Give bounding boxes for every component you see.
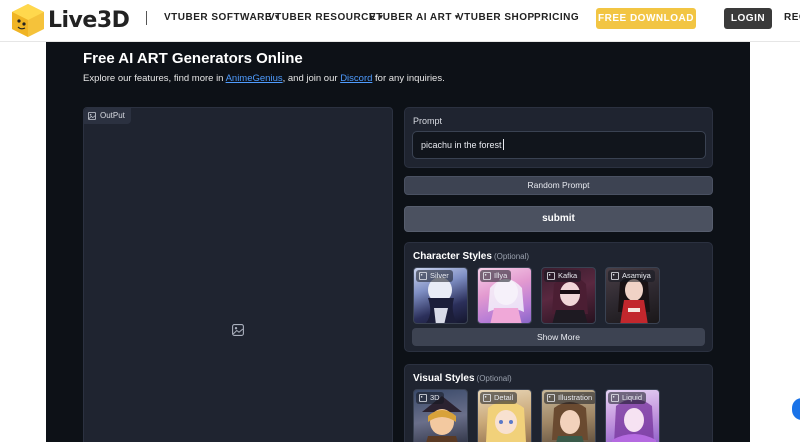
- chat-bubble-icon[interactable]: [792, 398, 800, 420]
- style-tag: Liquid: [608, 392, 647, 404]
- nav-item-pricing[interactable]: PRICING: [534, 12, 579, 23]
- prompt-label: Prompt: [413, 116, 443, 126]
- visual-styles-panel: Visual Styles (Optional) 3D Detail Illus…: [404, 364, 713, 442]
- logo-text: Live3D: [48, 7, 130, 33]
- nav-item-label: PRICING: [534, 12, 580, 23]
- prompt-input[interactable]: picachu in the forest: [412, 131, 706, 159]
- style-name: Silver: [430, 271, 449, 280]
- logo[interactable]: Live3D: [10, 2, 130, 38]
- style-tag: Illya: [480, 270, 512, 282]
- style-card-silver[interactable]: Silver: [413, 267, 468, 324]
- ai-art-generator-app: Free AI ART Generators Online Explore ou…: [46, 42, 750, 442]
- style-tag: 3D: [416, 392, 444, 404]
- nav-item-label: VTUBER RESOURCE: [268, 12, 377, 23]
- logo-cube-icon: [12, 4, 44, 37]
- free-download-button[interactable]: FREE DOWNLOAD: [596, 8, 696, 29]
- image-icon: [483, 394, 491, 402]
- page-subtitle: Explore our features, find more in Anime…: [83, 73, 445, 84]
- character-styles-panel: Character Styles(Optional) Silver Illya: [404, 242, 713, 352]
- image-icon: [88, 112, 96, 120]
- image-icon: [483, 272, 491, 280]
- nav-item-vtuber-ai-art[interactable]: VTUBER AI ART ▾: [369, 12, 459, 23]
- prompt-input-value: picachu in the forest: [421, 140, 502, 150]
- nav-item-label: VTUBER SHOP: [457, 12, 535, 23]
- style-card-liquid[interactable]: Liquid: [605, 389, 660, 442]
- image-icon: [611, 394, 619, 402]
- output-label-tag: OutPut: [84, 108, 131, 124]
- style-tag: Asamiya: [608, 270, 655, 282]
- page-title: Free AI ART Generators Online: [83, 50, 303, 67]
- top-nav: Live3D VTUBER SOFTWARE ▾ VTUBER RESOURCE ▾…: [0, 0, 800, 42]
- style-card-detail[interactable]: Detail: [477, 389, 532, 442]
- style-name: Liquid: [622, 393, 643, 402]
- output-panel: OutPut: [83, 107, 393, 442]
- image-icon: [419, 272, 427, 280]
- submit-button[interactable]: submit: [404, 206, 713, 232]
- nav-item-label: VTUBER SOFTWARE: [164, 12, 273, 23]
- style-name: Illya: [494, 271, 508, 280]
- style-name: Asamiya: [622, 271, 651, 280]
- output-label: OutPut: [100, 111, 125, 120]
- subtitle-text-mid: , and join our: [282, 73, 341, 84]
- show-more-button[interactable]: Show More: [412, 328, 705, 346]
- subtitle-text-post: for any inquiries.: [372, 73, 445, 84]
- section-title-text: Character Styles: [413, 251, 492, 262]
- image-icon: [547, 272, 555, 280]
- nav-item-vtuber-resource[interactable]: VTUBER RESOURCE ▾: [268, 12, 383, 23]
- animegenius-link[interactable]: AnimeGenius: [226, 73, 283, 84]
- optional-label: (Optional): [493, 252, 530, 261]
- style-tag: Detail: [480, 392, 518, 404]
- section-title-text: Visual Styles: [413, 373, 475, 384]
- discord-link[interactable]: Discord: [340, 73, 372, 84]
- register-link[interactable]: REG: [784, 12, 800, 23]
- image-icon: [419, 394, 427, 402]
- style-name: 3D: [430, 393, 440, 402]
- style-card-illustration[interactable]: Illustration: [541, 389, 596, 442]
- style-card-asamiya[interactable]: Asamiya: [605, 267, 660, 324]
- style-name: Kafka: [558, 271, 578, 280]
- prompt-panel: Prompt picachu in the forest: [404, 107, 713, 168]
- image-icon: [611, 272, 619, 280]
- style-tag: Kafka: [544, 270, 582, 282]
- nav-item-vtuber-shop[interactable]: VTUBER SHOP: [457, 12, 535, 23]
- style-tag: Silver: [416, 270, 453, 282]
- nav-divider: [146, 11, 147, 25]
- login-button[interactable]: LOGIN: [724, 8, 772, 29]
- character-styles-title: Character Styles (Optional): [413, 251, 529, 262]
- style-card-3d[interactable]: 3D: [413, 389, 468, 442]
- subtitle-text-pre: Explore our features, find more in: [83, 73, 226, 84]
- style-card-kafka[interactable]: Kafka: [541, 267, 596, 324]
- random-prompt-button[interactable]: Random Prompt: [404, 176, 713, 195]
- optional-label: (Optional): [476, 374, 512, 383]
- visual-styles-title: Visual Styles (Optional): [413, 373, 512, 384]
- style-name: Illustration: [558, 393, 593, 402]
- text-cursor: [502, 139, 504, 150]
- image-placeholder-icon: [232, 324, 244, 336]
- style-name: Detail: [494, 393, 514, 402]
- nav-item-vtuber-software[interactable]: VTUBER SOFTWARE ▾: [164, 12, 279, 23]
- style-card-illya[interactable]: Illya: [477, 267, 532, 324]
- style-tag: Illustration: [544, 392, 595, 404]
- image-icon: [547, 394, 555, 402]
- nav-item-label: VTUBER AI ART: [369, 12, 452, 23]
